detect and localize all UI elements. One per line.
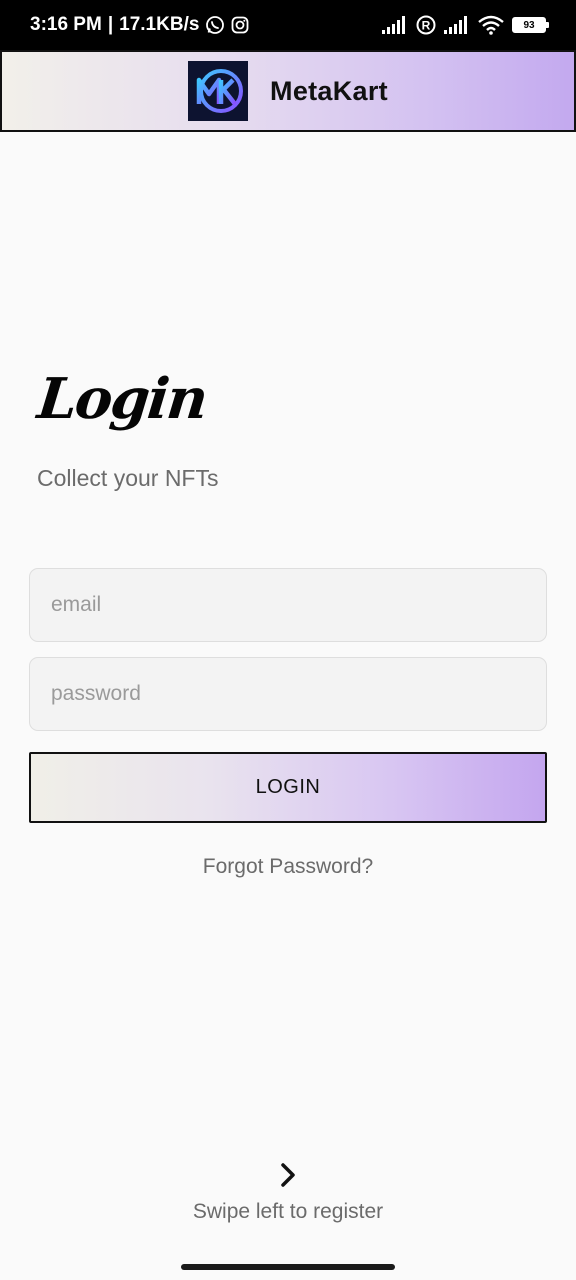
wifi-icon xyxy=(478,15,504,35)
gesture-navigation-handle[interactable] xyxy=(181,1264,395,1270)
app-header: MetaKart xyxy=(0,50,576,132)
status-time: 3:16 PM xyxy=(30,14,102,35)
battery-level: 93 xyxy=(523,19,535,31)
status-network-speed: 17.1KB/s xyxy=(119,14,200,35)
status-left: 3:16 PM | 17.1KB/s xyxy=(30,14,249,36)
svg-text:R: R xyxy=(422,19,431,33)
instagram-icon xyxy=(231,16,249,34)
signal-icon xyxy=(444,16,470,34)
status-separator: | xyxy=(107,14,114,35)
swipe-to-register-label: Swipe left to register xyxy=(192,1200,384,1223)
login-heading: Login xyxy=(34,366,210,432)
forgot-password-link[interactable]: Forgot Password? xyxy=(0,855,576,879)
signal-icon xyxy=(382,16,408,34)
password-input[interactable] xyxy=(51,682,525,706)
metakart-logo xyxy=(188,61,249,121)
status-right: R 93 xyxy=(382,15,549,35)
whatsapp-icon xyxy=(205,15,225,35)
status-bar: 3:16 PM | 17.1KB/s R 93 xyxy=(0,0,576,50)
login-button[interactable]: LOGIN xyxy=(29,752,547,823)
email-input[interactable] xyxy=(51,593,525,617)
chevron-right-icon[interactable] xyxy=(276,1160,300,1190)
battery-icon: 93 xyxy=(512,17,549,33)
password-field[interactable] xyxy=(29,657,547,731)
registered-icon: R xyxy=(416,15,436,35)
login-subtitle: Collect your NFTs xyxy=(37,465,219,491)
app-title: MetaKart xyxy=(270,75,388,106)
email-field[interactable] xyxy=(29,568,547,642)
